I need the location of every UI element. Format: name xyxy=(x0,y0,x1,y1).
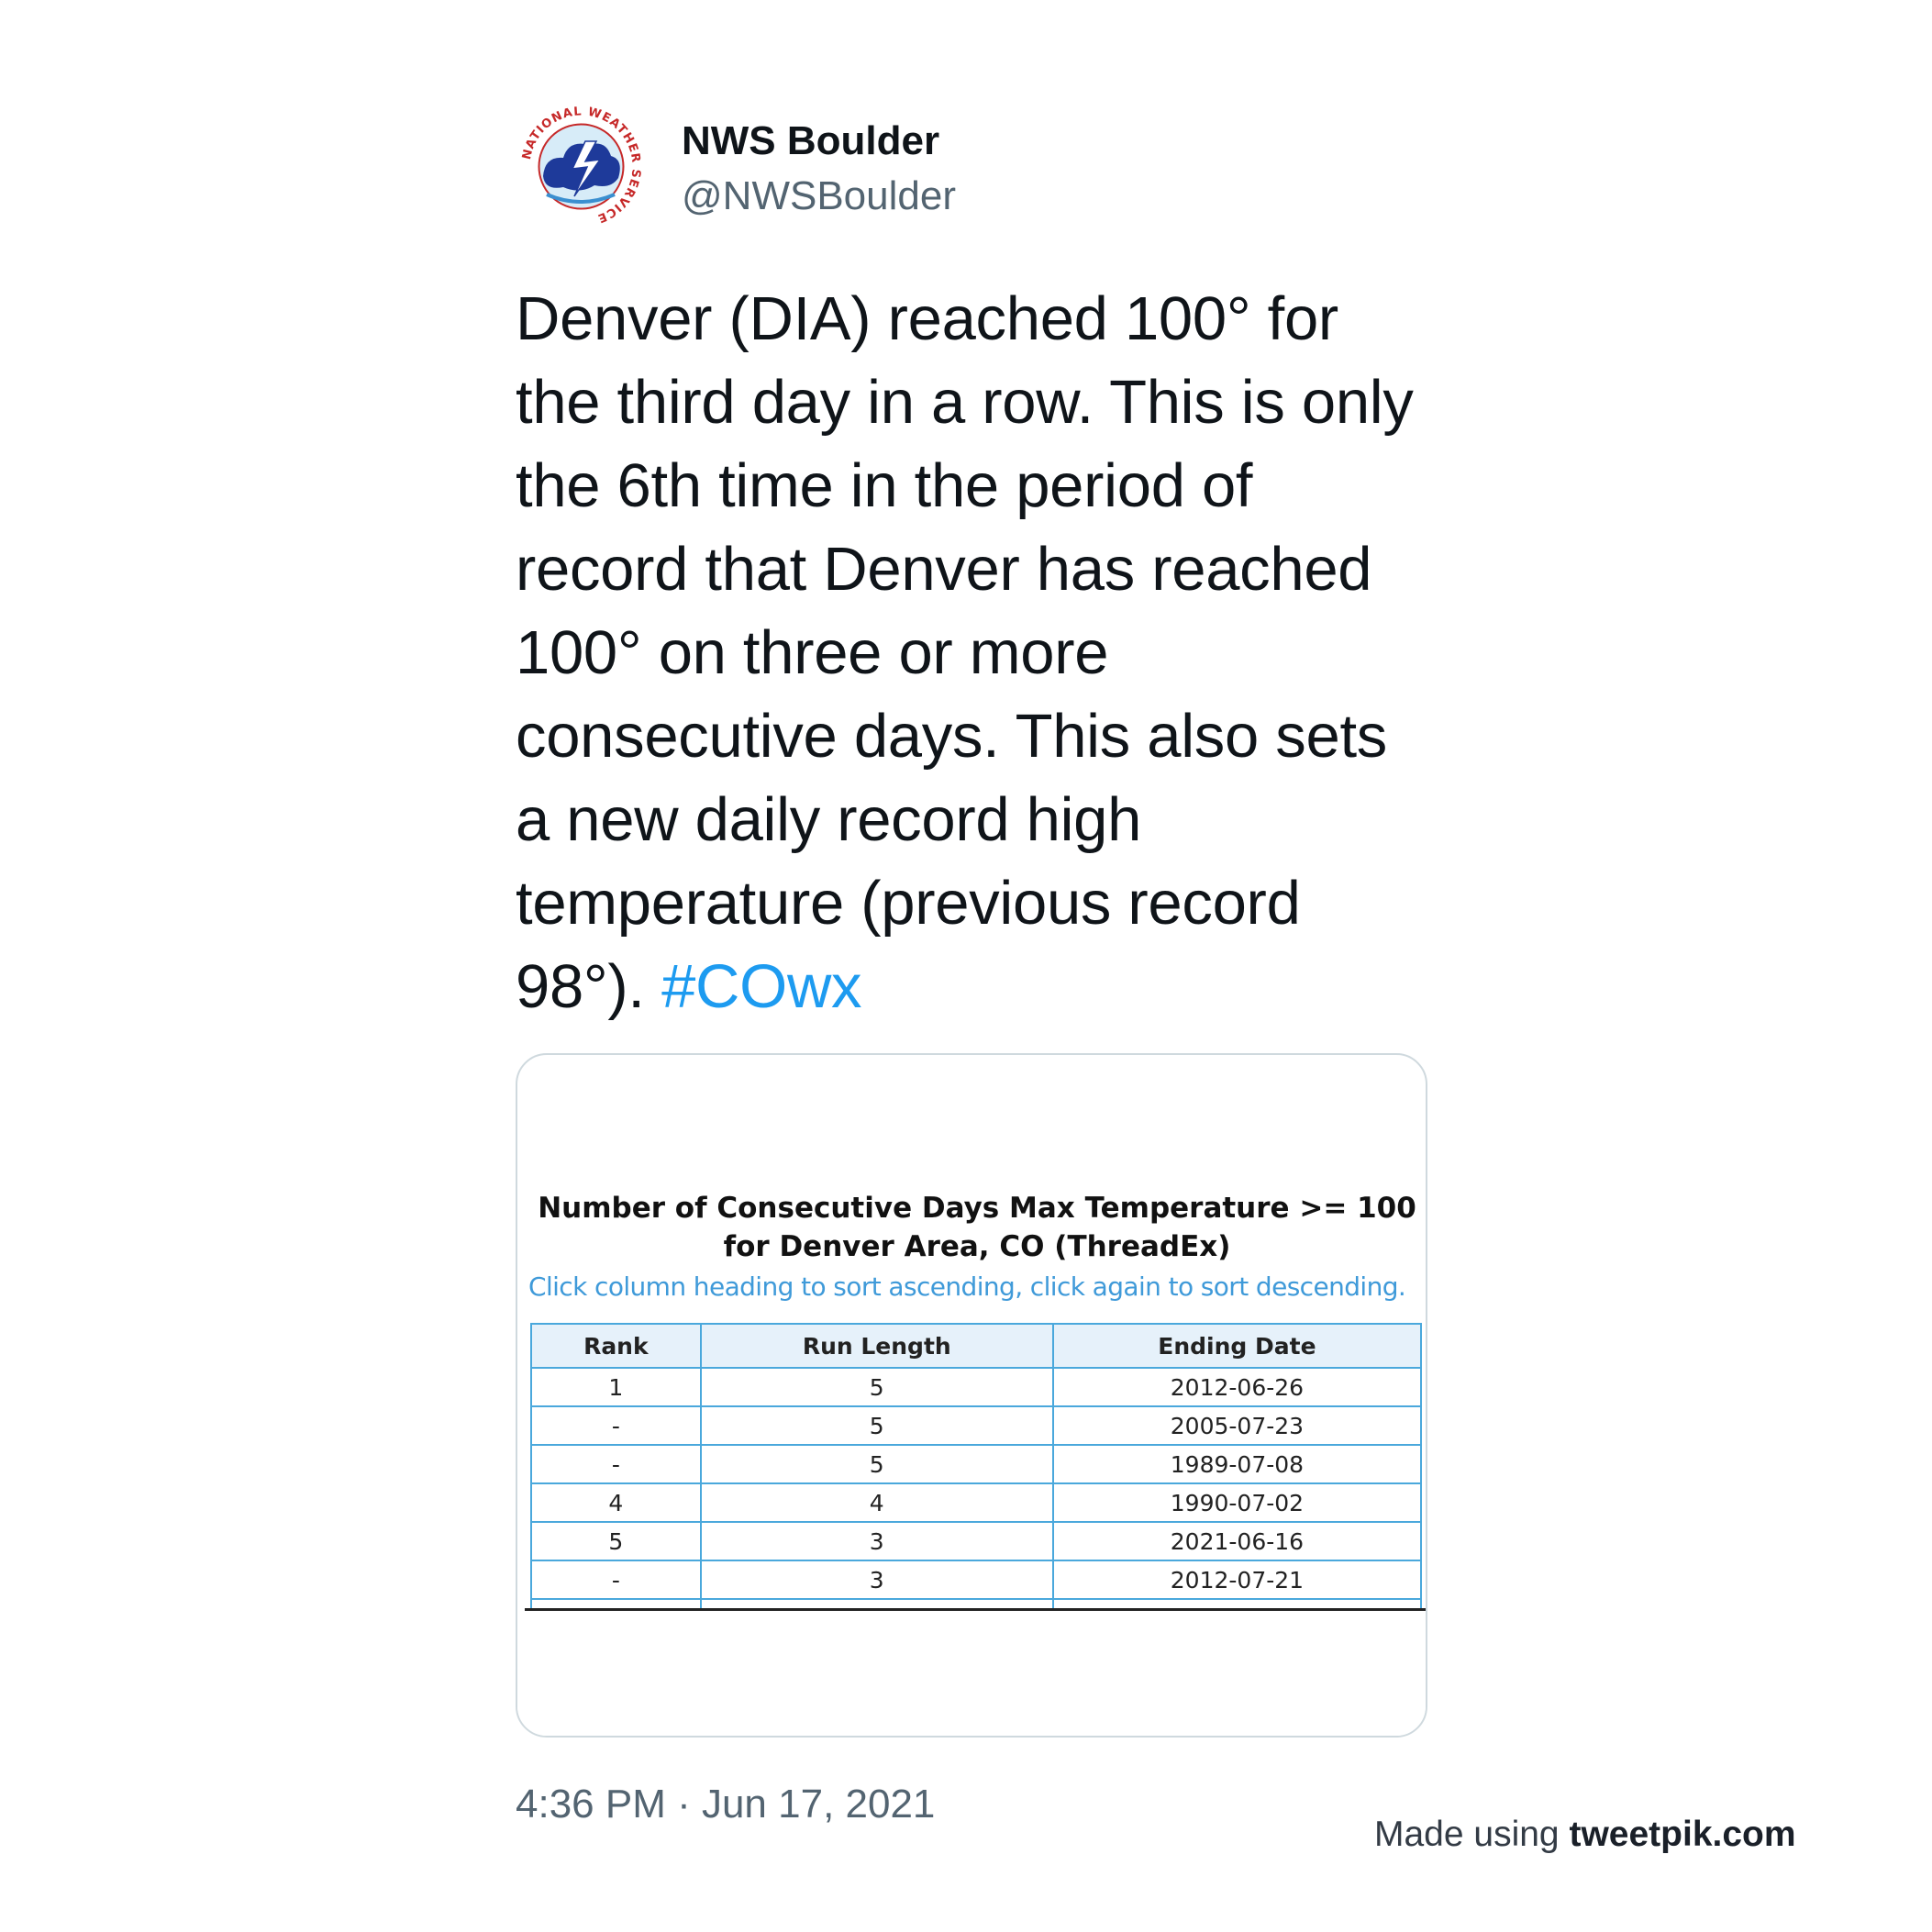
table-row: 5 3 2021-06-16 xyxy=(530,1521,1423,1561)
cell-run-length: 3 xyxy=(699,1560,1054,1600)
tweet-line-text: 98°). xyxy=(516,952,645,1021)
cell-run-length: 3 xyxy=(699,1521,1054,1561)
credit-brand[interactable]: tweetpik.com xyxy=(1569,1815,1795,1854)
table-row: 1 5 2012-06-26 xyxy=(530,1367,1423,1407)
column-header-rank[interactable]: Rank xyxy=(530,1323,702,1369)
tweet-text: Denver (DIA) reached 100° for the third … xyxy=(516,277,1442,1028)
cell-rank: 5 xyxy=(530,1521,702,1561)
cell-rank: 4 xyxy=(530,1482,702,1523)
cell-ending-date: 1989-07-08 xyxy=(1051,1444,1423,1484)
table-title-line1: Number of Consecutive Days Max Temperatu… xyxy=(538,1192,1416,1225)
tweet-line: record that Denver has reached xyxy=(516,535,1372,604)
tweet-line: temperature (previous record xyxy=(516,869,1301,938)
cell-run-length: 5 xyxy=(699,1367,1054,1407)
table-row: - 5 1989-07-08 xyxy=(530,1444,1423,1484)
tweet-timestamp[interactable]: 4:36 PM · Jun 17, 2021 xyxy=(516,1782,935,1827)
table-title-line2: for Denver Area, CO (ThreadEx) xyxy=(723,1230,1231,1263)
credit-prefix: Made using xyxy=(1374,1815,1570,1854)
tweet-line: consecutive days. This also sets xyxy=(516,702,1387,771)
hashtag-link[interactable]: #COwx xyxy=(661,952,861,1021)
cell-ending-date: 1990-07-02 xyxy=(1051,1482,1423,1523)
handle[interactable]: @NWSBoulder xyxy=(682,171,956,222)
tweet-line-last: 98°). #COwx xyxy=(516,945,1442,1028)
cell-ending-date: 2005-07-23 xyxy=(1051,1405,1423,1446)
records-table: Rank Run Length Ending Date 1 5 2012-06-… xyxy=(530,1323,1423,1638)
tweet-line: Denver (DIA) reached 100° for xyxy=(516,284,1338,353)
author-block: NWS Boulder @NWSBoulder xyxy=(682,117,956,222)
tweet-line: 100° on three or more xyxy=(516,618,1109,687)
tweet-line: the 6th time in the period of xyxy=(516,451,1253,520)
cell-run-length: 4 xyxy=(699,1482,1054,1523)
cell-rank: 1 xyxy=(530,1367,702,1407)
cell-rank: - xyxy=(530,1405,702,1446)
cell-rank: - xyxy=(530,1560,702,1600)
cell-run-length: 5 xyxy=(699,1444,1054,1484)
nws-logo-icon: NATIONAL WEATHER SERVICE xyxy=(516,102,646,231)
table-title: Number of Consecutive Days Max Temperatu… xyxy=(517,1189,1426,1266)
column-header-ending-date[interactable]: Ending Date xyxy=(1051,1323,1423,1369)
avatar[interactable]: NATIONAL WEATHER SERVICE xyxy=(516,101,647,232)
table-row: - 3 2012-07-21 xyxy=(530,1560,1423,1600)
cell-ending-date: 2012-07-21 xyxy=(1051,1560,1423,1600)
tweet-line: the third day in a row. This is only xyxy=(516,368,1414,437)
crop-mask xyxy=(517,1611,1426,1736)
cell-run-length: 5 xyxy=(699,1405,1054,1446)
cell-ending-date: 2012-06-26 xyxy=(1051,1367,1423,1407)
table-sort-note: Click column heading to sort ascending, … xyxy=(528,1271,1406,1302)
cell-ending-date: 2021-06-16 xyxy=(1051,1521,1423,1561)
media-card[interactable]: Number of Consecutive Days Max Temperatu… xyxy=(516,1053,1427,1738)
cell-rank: - xyxy=(530,1444,702,1484)
column-header-run-length[interactable]: Run Length xyxy=(699,1323,1054,1369)
tweet-line: a new daily record high xyxy=(516,785,1142,854)
table-header-row: Rank Run Length Ending Date xyxy=(530,1323,1423,1369)
watermark-credit: Made using tweetpik.com xyxy=(1374,1815,1796,1855)
table-row: 4 4 1990-07-02 xyxy=(530,1482,1423,1523)
table-row: - 5 2005-07-23 xyxy=(530,1405,1423,1446)
display-name[interactable]: NWS Boulder xyxy=(682,117,956,165)
